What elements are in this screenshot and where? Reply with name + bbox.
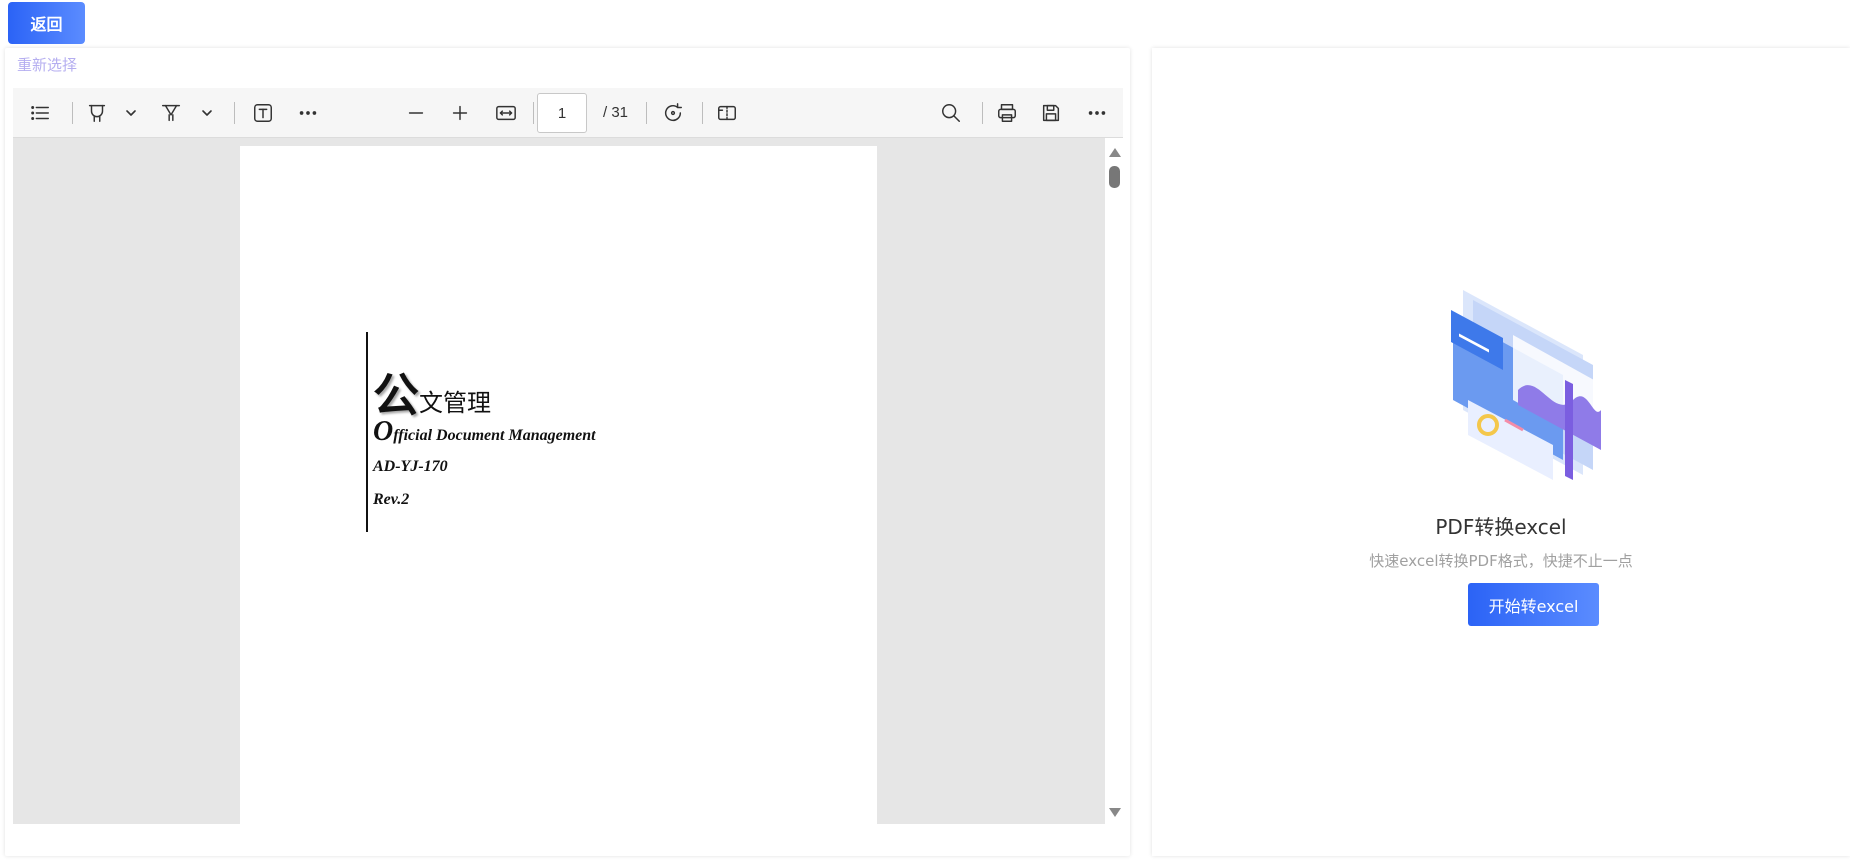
- scroll-up-arrow-icon[interactable]: [1109, 148, 1121, 157]
- document-code: AD-YJ-170: [373, 458, 448, 475]
- pdf-page: 公文管理 Official Document Management AD-YJ-…: [240, 146, 877, 824]
- page-total-label: / 31: [603, 104, 629, 121]
- toolbar-separator: [533, 102, 534, 124]
- vertical-scrollbar[interactable]: [1105, 138, 1123, 824]
- toolbar-separator: [982, 102, 983, 124]
- convert-panel: PDF转换excel 快速excel转换PDF格式，快捷不止一点 开始转exce…: [1152, 48, 1850, 856]
- document-subtitle: Official Document Management: [373, 416, 596, 448]
- subtitle-initial: O: [373, 416, 394, 447]
- text-box-icon[interactable]: [250, 101, 276, 125]
- cover-vertical-rule: [366, 332, 368, 532]
- start-convert-button[interactable]: 开始转excel: [1468, 583, 1599, 626]
- title-rest: 文管理: [419, 389, 491, 417]
- toolbar-separator: [646, 102, 647, 124]
- toolbar-separator: [72, 102, 73, 124]
- pdf-viewer: / 31: [13, 88, 1123, 824]
- rotate-icon[interactable]: [660, 101, 686, 125]
- chevron-down-icon[interactable]: [118, 101, 144, 125]
- conversion-illustration: [1451, 290, 1603, 480]
- save-icon[interactable]: [1038, 101, 1064, 125]
- more-options-icon[interactable]: [1084, 101, 1110, 125]
- title-initial: 公: [373, 368, 419, 422]
- convert-title: PDF转换excel: [1435, 515, 1567, 539]
- toolbar-separator: [702, 102, 703, 124]
- page-number-input[interactable]: [537, 93, 587, 133]
- convert-subtitle: 快速excel转换PDF格式，快捷不止一点: [1369, 552, 1633, 570]
- fit-width-icon[interactable]: [493, 101, 519, 125]
- back-button[interactable]: 返回: [8, 2, 85, 44]
- subtitle-rest: fficial Document Management: [393, 427, 596, 444]
- document-canvas[interactable]: 公文管理 Official Document Management AD-YJ-…: [13, 138, 1105, 824]
- two-page-view-icon[interactable]: [714, 101, 740, 125]
- print-icon[interactable]: [994, 101, 1020, 125]
- outline-list-icon[interactable]: [27, 101, 53, 125]
- zoom-in-icon[interactable]: [447, 101, 473, 125]
- reselect-link[interactable]: 重新选择: [17, 54, 77, 75]
- zoom-out-icon[interactable]: [403, 101, 429, 125]
- pdf-toolbar: / 31: [13, 88, 1123, 138]
- more-tools-icon[interactable]: [295, 101, 321, 125]
- document-revision: Rev.2: [373, 491, 410, 508]
- chevron-down-icon[interactable]: [194, 101, 220, 125]
- highlighter-icon[interactable]: [84, 101, 110, 125]
- toolbar-separator: [234, 102, 235, 124]
- scrollbar-thumb[interactable]: [1109, 166, 1120, 188]
- scroll-down-arrow-icon[interactable]: [1109, 808, 1121, 817]
- pdf-preview-panel: 重新选择 1 / 31 公文管理 Official Document Manag…: [5, 48, 1130, 856]
- underline-marker-icon[interactable]: [158, 101, 184, 125]
- search-icon[interactable]: [938, 101, 964, 125]
